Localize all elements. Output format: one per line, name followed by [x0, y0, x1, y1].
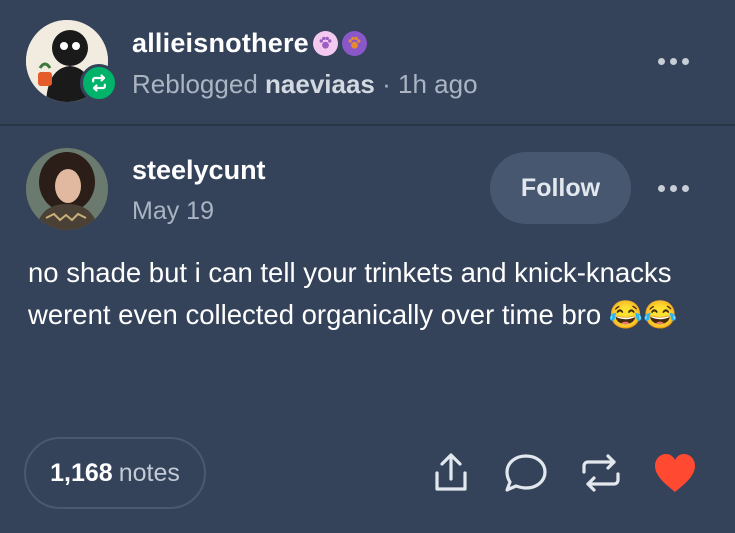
more-options-icon[interactable]: [658, 58, 689, 65]
reblog-header: allieisnothere Reblogged naeviaas · 1h a…: [0, 0, 735, 124]
notes-count: 1,168: [50, 458, 113, 487]
reblog-badge-icon: [80, 64, 118, 102]
reblogger-username[interactable]: allieisnothere: [132, 28, 309, 59]
reply-icon[interactable]: [503, 452, 549, 499]
author-avatar[interactable]: [26, 148, 108, 230]
heart-icon[interactable]: [652, 452, 698, 499]
paw-badge-icon[interactable]: [312, 31, 338, 56]
reblogged-label: Reblogged: [132, 69, 258, 99]
notes-button[interactable]: 1,168 notes: [24, 437, 206, 509]
post-date: May 19: [132, 197, 214, 225]
reblog-info: Reblogged naeviaas · 1h ago: [132, 69, 478, 100]
reblogged-from-username[interactable]: naeviaas: [265, 69, 375, 99]
share-icon[interactable]: [432, 452, 470, 499]
post-more-options-icon[interactable]: [658, 185, 689, 192]
reblog-time: · 1h ago: [382, 69, 478, 99]
divider: [0, 124, 735, 126]
author-username[interactable]: steelycunt: [132, 155, 266, 186]
reblog-icon[interactable]: [578, 452, 624, 499]
reblogger-username-row: allieisnothere: [132, 28, 367, 59]
post-body-text: no shade but i can tell your trinkets an…: [28, 257, 678, 330]
notes-label: notes: [118, 458, 180, 487]
follow-button[interactable]: Follow: [490, 152, 631, 224]
paw-badge-icon[interactable]: [341, 31, 367, 56]
